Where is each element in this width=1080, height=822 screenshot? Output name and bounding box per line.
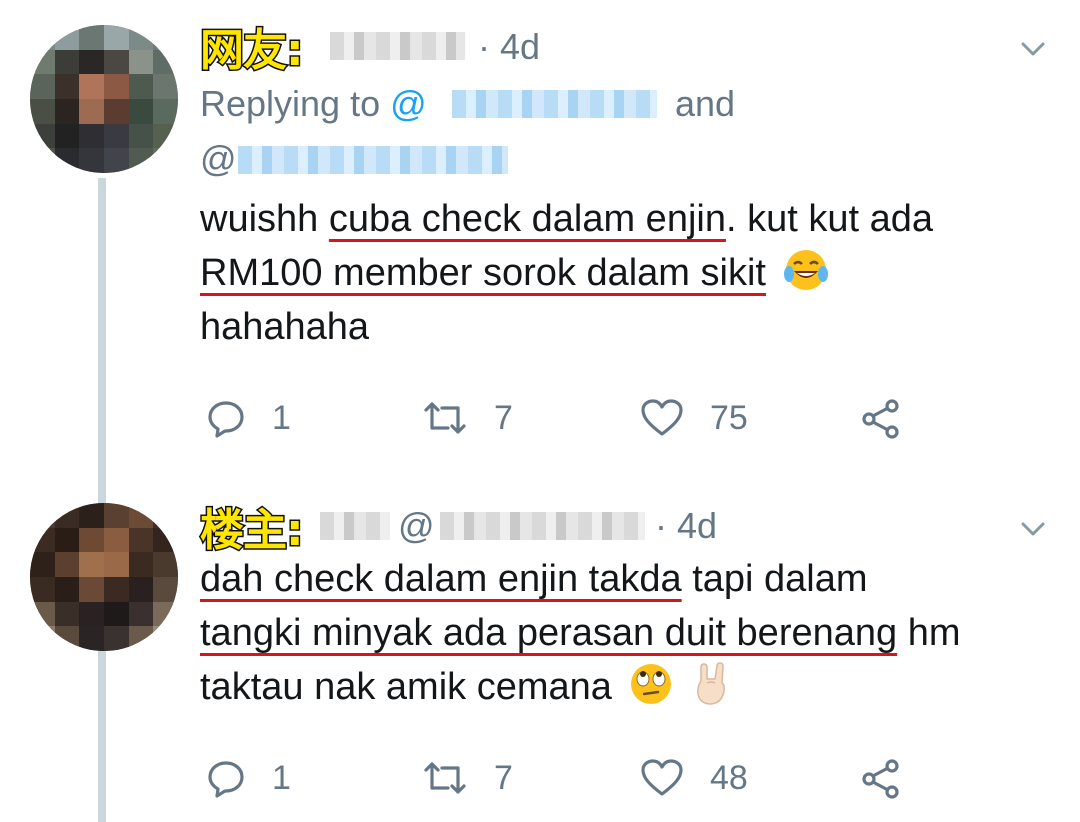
like-button[interactable]: 75 bbox=[640, 398, 748, 438]
thread-connector-line bbox=[98, 178, 106, 822]
retweet-count: 7 bbox=[494, 398, 513, 437]
annotation-tag: 楼主: bbox=[199, 504, 306, 558]
tweet-body: wuishh cuba check dalam enjin. kut kut a… bbox=[200, 192, 1040, 354]
sign-of-the-horns-emoji-icon bbox=[697, 662, 726, 705]
like-count: 75 bbox=[710, 398, 748, 437]
username-redacted[interactable] bbox=[440, 512, 645, 540]
mention-at-symbol[interactable]: @ bbox=[390, 83, 427, 124]
rolling-eyes-emoji-icon bbox=[631, 664, 672, 704]
like-count: 48 bbox=[710, 758, 748, 797]
avatar[interactable] bbox=[30, 25, 178, 173]
tweet-actions: 1 7 75 bbox=[200, 398, 920, 448]
tweet-text: . kut kut ada bbox=[725, 198, 933, 240]
reply-count: 1 bbox=[272, 758, 291, 797]
retweet-count: 7 bbox=[494, 758, 513, 797]
retweet-button[interactable]: 7 bbox=[422, 398, 513, 438]
display-name-redacted[interactable] bbox=[320, 512, 390, 540]
reply-button[interactable]: 1 bbox=[206, 758, 291, 798]
share-icon bbox=[862, 759, 899, 799]
tweet-text: hm bbox=[897, 612, 961, 654]
tweet-text: taktau nak amik cemana bbox=[200, 666, 612, 708]
reply-count: 1 bbox=[272, 398, 291, 437]
highlighted-text: tangki minyak ada perasan duit berenang bbox=[200, 612, 898, 654]
share-button[interactable] bbox=[860, 398, 902, 440]
tweet-text: wuishh bbox=[200, 198, 329, 240]
tweet-timestamp[interactable]: · 4d bbox=[655, 505, 717, 547]
tweet-body: dah check dalam enjin takda tapi dalam t… bbox=[200, 552, 1040, 714]
retweet-icon bbox=[424, 762, 466, 794]
tweet-text: tapi dalam bbox=[681, 558, 868, 600]
replying-to-label: Replying to bbox=[200, 83, 381, 124]
retweet-icon bbox=[424, 402, 466, 434]
share-button[interactable] bbox=[860, 758, 902, 800]
mention-at-symbol[interactable]: @ bbox=[398, 505, 435, 547]
highlighted-text: cuba check dalam enjin bbox=[328, 198, 726, 240]
avatar-image bbox=[30, 503, 178, 651]
avatar-image bbox=[30, 25, 178, 173]
mention-handle-redacted[interactable] bbox=[238, 146, 508, 174]
highlighted-text: dah check dalam enjin takda bbox=[200, 558, 682, 600]
tweet-text: hahahaha bbox=[200, 306, 370, 348]
mention-at-symbol[interactable]: @ bbox=[200, 137, 237, 181]
share-icon bbox=[862, 399, 899, 439]
reply-icon bbox=[208, 761, 244, 798]
tweet-timestamp[interactable]: · 4d bbox=[478, 26, 540, 68]
highlighted-text: RM100 member sorok dalam sikit bbox=[200, 252, 766, 294]
replying-to-line: Replying to @ bbox=[200, 82, 427, 126]
avatar[interactable] bbox=[30, 503, 178, 651]
chevron-down-icon[interactable] bbox=[1020, 516, 1046, 542]
and-connector: and bbox=[675, 83, 736, 124]
retweet-button[interactable]: 7 bbox=[422, 758, 513, 798]
reply-icon bbox=[208, 401, 244, 438]
annotation-tag: 网友: bbox=[199, 24, 306, 78]
tweet-actions: 1 7 48 bbox=[200, 758, 920, 808]
like-button[interactable]: 48 bbox=[640, 758, 748, 798]
tears-of-joy-emoji-icon bbox=[783, 250, 828, 290]
chevron-down-icon[interactable] bbox=[1020, 36, 1046, 62]
display-name-redacted[interactable] bbox=[330, 32, 465, 60]
like-icon bbox=[641, 759, 683, 796]
mention-handle-redacted[interactable] bbox=[452, 90, 657, 118]
like-icon bbox=[641, 399, 683, 436]
reply-button[interactable]: 1 bbox=[206, 398, 291, 438]
